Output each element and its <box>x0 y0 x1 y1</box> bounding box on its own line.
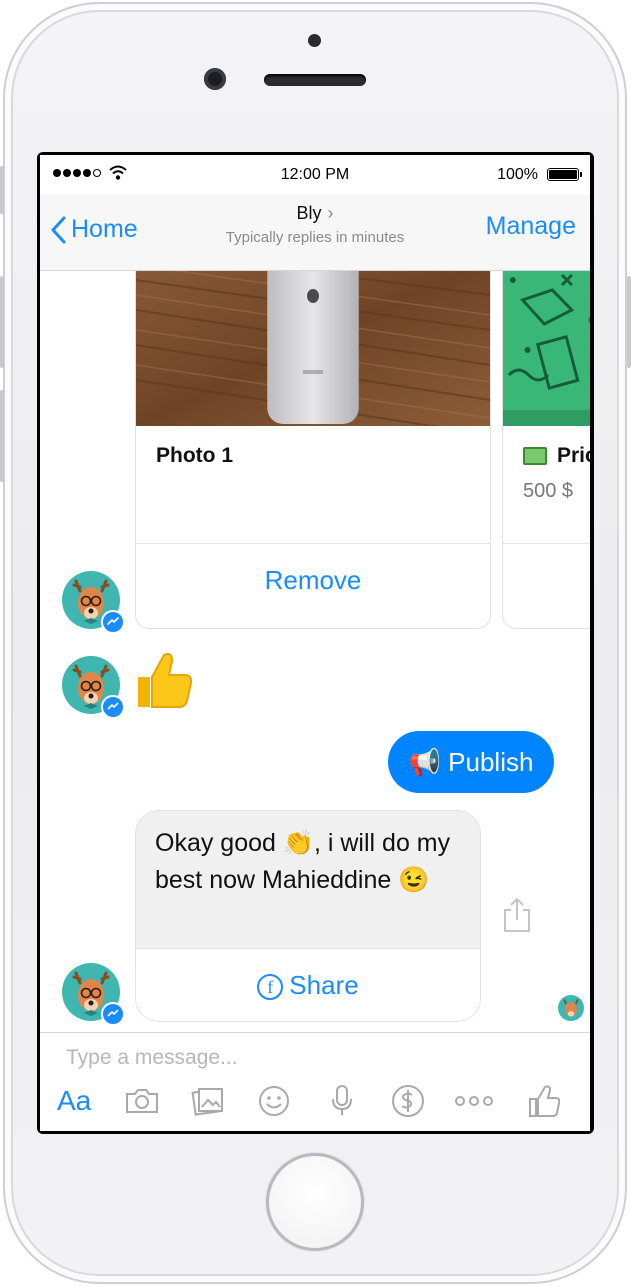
messenger-badge-icon <box>101 695 125 719</box>
read-receipt-avatar <box>558 995 584 1021</box>
bot-avatar[interactable] <box>62 571 125 634</box>
bot-avatar[interactable] <box>62 963 125 1026</box>
thumbs-up-icon <box>138 652 193 708</box>
share-icon[interactable] <box>502 896 532 934</box>
text-format-button[interactable]: Aa <box>57 1081 91 1121</box>
bot-avatar[interactable] <box>62 656 125 719</box>
gallery-icon <box>191 1088 223 1116</box>
emoji-button[interactable] <box>254 1081 294 1121</box>
camera-button[interactable] <box>122 1081 162 1121</box>
money-icon <box>523 447 547 465</box>
camera-icon <box>126 1089 158 1113</box>
dollar-icon <box>392 1085 424 1117</box>
status-bar: 12:00 PM 100% <box>40 155 590 195</box>
card-title: Pric <box>523 444 590 468</box>
remove-button[interactable]: Remove <box>136 544 490 616</box>
voice-button[interactable] <box>322 1081 362 1121</box>
thumbs-up-outline-icon <box>529 1085 560 1117</box>
bot-message-bubble: Okay good 👏, i will do my best now Mahie… <box>135 810 481 1022</box>
chevron-right-icon: › <box>327 203 334 223</box>
mute-switch <box>0 166 4 214</box>
gallery-button[interactable] <box>188 1081 228 1121</box>
battery-icon <box>547 168 582 181</box>
messenger-badge-icon <box>101 1002 125 1026</box>
proximity-sensor <box>308 34 321 47</box>
card-image-money-pattern <box>503 271 590 426</box>
like-button[interactable] <box>524 1081 564 1121</box>
microphone-icon <box>332 1085 352 1115</box>
card-price: 500 $ <box>523 480 574 502</box>
thumbs-up-reaction <box>132 649 196 716</box>
composer-toolbar: Aa <box>40 1081 590 1121</box>
earpiece-speaker <box>264 74 366 86</box>
publish-message-bubble[interactable]: 📢 Publish <box>388 731 554 793</box>
more-button[interactable] <box>452 1081 496 1121</box>
carousel-card: Pric 500 $ <box>502 271 590 629</box>
share-label: Share <box>289 970 359 1000</box>
message-input[interactable] <box>64 1045 548 1071</box>
volume-down-button <box>0 390 4 482</box>
messenger-badge-icon <box>101 610 125 634</box>
message-text: Okay good 👏, i will do my best now Mahie… <box>155 829 451 894</box>
volume-up-button <box>0 276 4 368</box>
deer-icon <box>563 999 579 1017</box>
card-divider <box>503 543 590 544</box>
carousel-card: Photo 1 Remove <box>135 271 491 629</box>
navigation-bar: Home Bly › Typically replies in minutes M… <box>40 195 590 271</box>
battery-percent: 100% <box>497 166 538 183</box>
page-title: Bly <box>296 203 322 223</box>
manage-button[interactable]: Manage <box>486 212 576 241</box>
message-list[interactable]: Photo 1 Remove Pric 500 $ <box>40 271 590 1032</box>
power-button <box>627 276 631 368</box>
display: 12:00 PM 100% Home Bly › Typically replie… <box>40 155 590 1131</box>
smiley-icon <box>259 1086 289 1116</box>
card-title: Photo 1 <box>156 444 233 467</box>
share-button[interactable]: f Share <box>136 948 480 1021</box>
card-image-phone-on-wood <box>136 271 490 426</box>
more-icon <box>455 1096 493 1106</box>
front-camera <box>204 68 226 90</box>
facebook-icon: f <box>257 974 284 1001</box>
message-composer: Aa <box>40 1032 590 1131</box>
payment-button[interactable] <box>388 1081 428 1121</box>
home-button[interactable] <box>266 1153 364 1251</box>
